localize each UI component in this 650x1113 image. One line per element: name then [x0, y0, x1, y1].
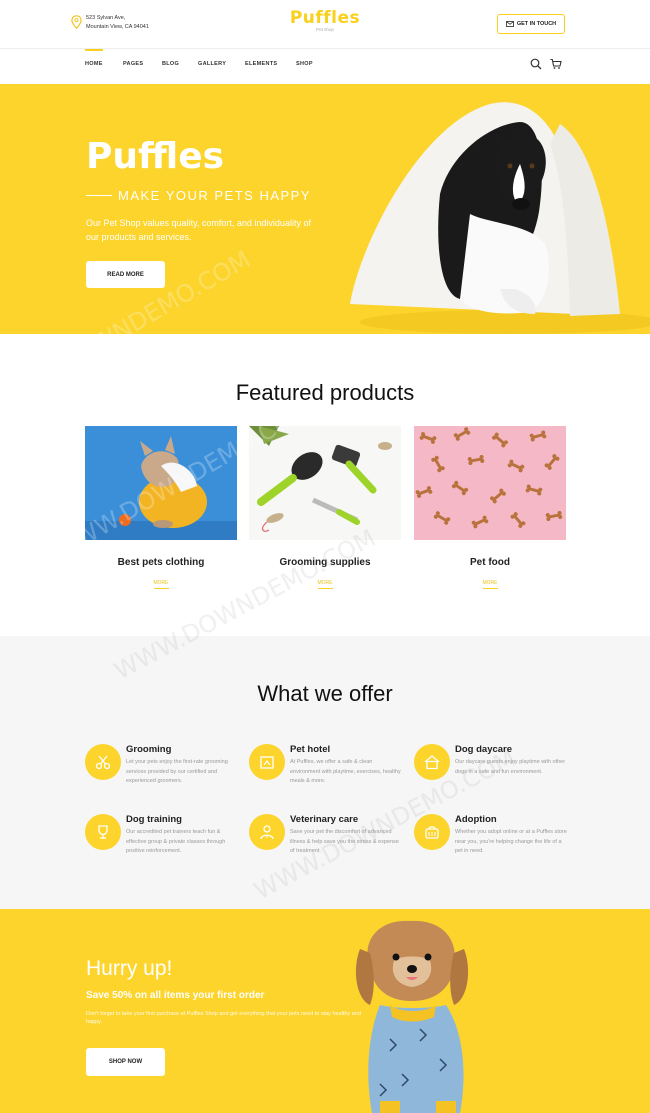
cart-icon[interactable] — [550, 58, 562, 70]
hero-subtitle-text: MAKE YOUR PETS HAPPY — [118, 188, 312, 203]
get-in-touch-label: GET IN TOUCH — [516, 21, 557, 27]
nav-elements[interactable]: ELEMENTS — [245, 61, 277, 67]
scissors-icon — [85, 744, 121, 780]
offer-title: What we offer — [257, 681, 393, 706]
house-icon — [414, 744, 450, 780]
hero-banner: Puffles MAKE YOUR PETS HAPPY Our Pet Sho… — [0, 84, 650, 334]
nav-pages[interactable]: PAGES — [123, 61, 143, 67]
service-description: Whether you adopt online or at a Puffles… — [455, 829, 567, 854]
product-card[interactable]: Grooming supplies MORE — [249, 426, 401, 589]
card-more-link[interactable]: MORE — [414, 580, 566, 589]
read-more-button[interactable]: READ MORE — [86, 261, 165, 288]
hotel-icon — [249, 744, 285, 780]
featured-title: Featured products — [235, 380, 415, 405]
site-header: 523 Sylvan Ave, Mountain View, CA 94041 … — [0, 0, 650, 48]
shop-now-button[interactable]: SHOP NOW — [86, 1048, 165, 1076]
service-description: Save your pet the discomfort of advanced… — [290, 829, 399, 854]
hero-subtitle: MAKE YOUR PETS HAPPY — [86, 188, 311, 203]
hero-title: Puffles — [86, 136, 225, 177]
card-title: Best pets clothing — [117, 557, 205, 568]
card-more-link[interactable]: MORE — [249, 580, 401, 589]
product-card[interactable]: Pet food MORE — [414, 426, 566, 589]
nav-icons — [530, 58, 562, 70]
service-title: Dog training — [126, 814, 182, 825]
nav-home[interactable]: HOME — [85, 49, 103, 67]
grooming-supplies-image — [249, 426, 401, 540]
service-title: Dog daycare — [455, 744, 513, 755]
nav-blog[interactable]: BLOG — [162, 61, 179, 67]
service-title: Adoption — [455, 814, 497, 825]
get-in-touch-button[interactable]: GET IN TOUCH — [497, 14, 565, 34]
service-description: Our accredited pet trainers teach fun & … — [126, 829, 226, 854]
pet-food-image — [414, 426, 566, 540]
services-section: What we offer Grooming Let your pets enj… — [0, 636, 650, 909]
card-title: Pet food — [470, 557, 510, 568]
vet-icon — [249, 814, 285, 850]
promo-title: Hurry up! — [86, 957, 173, 980]
service-description: Let your pets enjoy the first-rate groom… — [126, 759, 228, 784]
nav-shop[interactable]: SHOP — [296, 61, 313, 67]
card-more-link[interactable]: MORE — [85, 580, 237, 589]
trophy-icon — [85, 814, 121, 850]
hero-description: Our Pet Shop values quality, comfort, an… — [86, 218, 311, 242]
search-icon[interactable] — [530, 58, 542, 70]
promo-subtitle: Save 50% on all items your first order — [86, 990, 265, 1001]
service-title: Veterinary care — [290, 814, 359, 825]
service-description: Our daycare guests enjoy playtime with o… — [455, 759, 566, 775]
service-description: At Puffles, we offer a safe & clean envi… — [290, 759, 401, 784]
puppy-in-pajamas-image — [355, 920, 469, 1113]
main-nav: HOME PAGES BLOG GALLERY ELEMENTS SHOP — [0, 48, 650, 84]
card-title: Grooming supplies — [279, 557, 371, 568]
dog-with-towel-image — [350, 102, 650, 334]
service-title: Grooming — [126, 744, 172, 755]
promo-description: Don't forget to take your first purchase… — [86, 1011, 361, 1025]
promo-banner: Hurry up! Save 50% on all items your fir… — [0, 909, 650, 1113]
pet-clothing-image — [85, 426, 237, 540]
product-card[interactable]: Best pets clothing MORE — [85, 426, 237, 589]
nav-gallery[interactable]: GALLERY — [198, 61, 226, 67]
service-title: Pet hotel — [290, 744, 331, 755]
mail-icon — [505, 21, 514, 27]
subtitle-line — [86, 195, 112, 196]
carrier-icon — [414, 814, 450, 850]
